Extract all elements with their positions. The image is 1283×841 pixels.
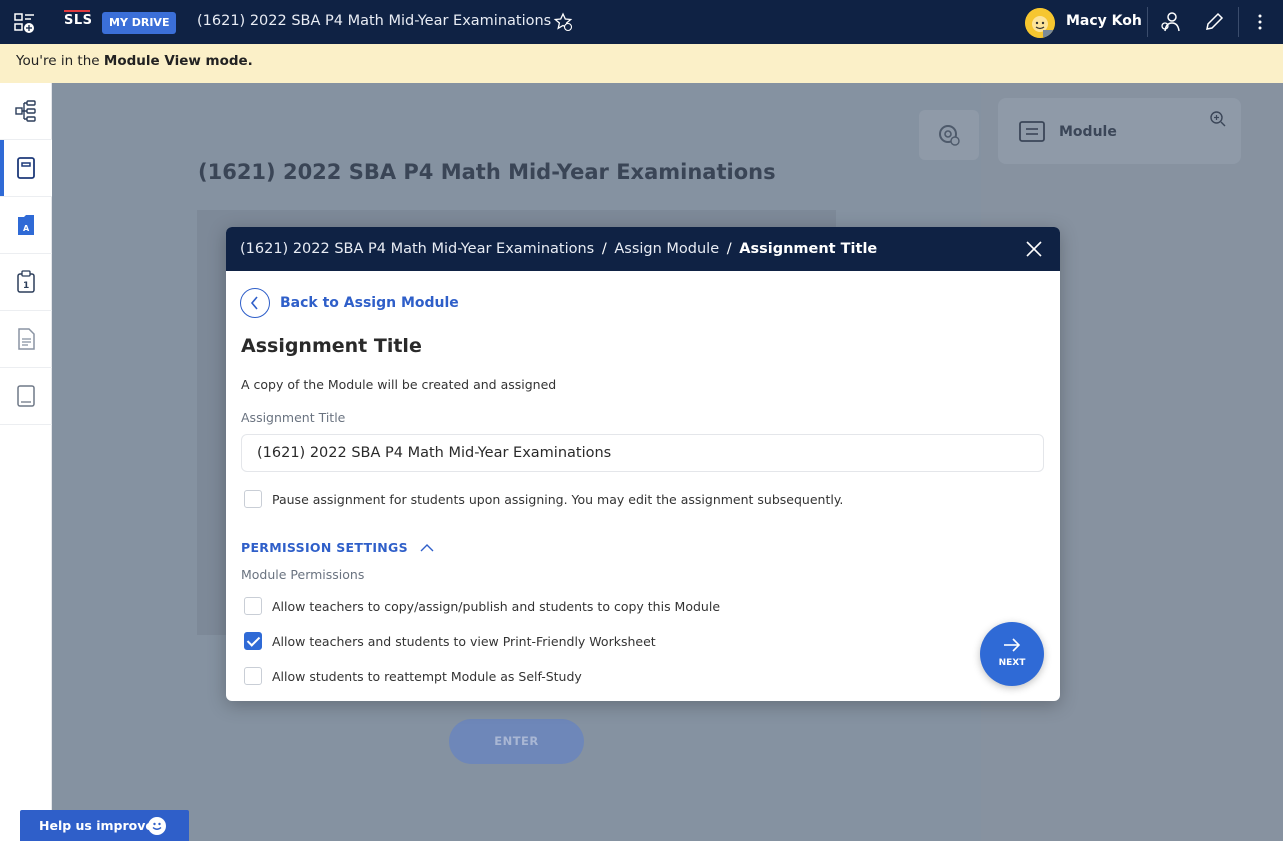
enter-button[interactable]: ENTER: [449, 719, 584, 764]
divider: [1238, 7, 1239, 37]
chevron-up-icon: [420, 544, 434, 552]
rail-item-structure[interactable]: [0, 83, 52, 140]
assign-dialog: (1621) 2022 SBA P4 Math Mid-Year Examina…: [226, 227, 1060, 701]
permission-checkbox[interactable]: [244, 632, 262, 650]
permission-option-reattempt[interactable]: Allow students to reattempt Module as Se…: [244, 667, 582, 685]
permission-label: Allow teachers and students to view Prin…: [272, 633, 656, 649]
notebook-icon: [17, 385, 35, 407]
breadcrumb-assign[interactable]: Assign Module: [614, 241, 719, 257]
smiley-icon: [148, 817, 166, 835]
module-card[interactable]: Module: [998, 98, 1241, 164]
breadcrumb-module[interactable]: (1621) 2022 SBA P4 Math Mid-Year Examina…: [240, 241, 594, 257]
settings-button[interactable]: [919, 110, 979, 160]
banner-prefix: You're in the: [16, 53, 104, 69]
sls-logo[interactable]: SLS: [64, 10, 93, 28]
document-icon: [18, 328, 35, 350]
breadcrumb-separator: /: [722, 241, 737, 257]
module-book-icon: [17, 157, 35, 179]
module-title: (1621) 2022 SBA P4 Math Mid-Year Examina…: [197, 13, 552, 29]
favorite-star-icon[interactable]: [553, 12, 573, 32]
rail-item-notebook[interactable]: [0, 368, 52, 425]
permission-checkbox[interactable]: [244, 597, 262, 615]
tree-structure-icon: [15, 100, 36, 122]
chevron-left-icon: [250, 296, 258, 310]
zoom-in-icon[interactable]: [1209, 110, 1227, 128]
permission-checkbox[interactable]: [244, 667, 262, 685]
permission-option-copy[interactable]: Allow teachers to copy/assign/publish an…: [244, 597, 720, 615]
svg-text:A: A: [23, 224, 30, 233]
more-menu-icon[interactable]: [1249, 11, 1271, 33]
back-circle: [240, 288, 270, 318]
bg-page-title: (1621) 2022 SBA P4 Math Mid-Year Examina…: [198, 160, 776, 184]
divider: [1147, 7, 1148, 37]
user-name[interactable]: Macy Koh: [1066, 13, 1142, 29]
arrow-right-icon: [1004, 638, 1021, 652]
rail-item-document[interactable]: [0, 311, 52, 368]
permission-label: Allow students to reattempt Module as Se…: [272, 668, 582, 684]
back-to-assign-link[interactable]: Back to Assign Module: [240, 288, 459, 318]
rail-item-answer[interactable]: A: [0, 197, 52, 254]
left-rail: A 1: [0, 83, 52, 841]
modules-menu-icon[interactable]: [14, 12, 36, 34]
group-users-icon[interactable]: [1160, 11, 1182, 33]
breadcrumb-current: Assignment Title: [739, 241, 878, 257]
mode-banner: You're in the Module View mode.: [0, 44, 1283, 83]
module-card-label: Module: [1059, 124, 1117, 140]
dialog-title: Assignment Title: [241, 335, 422, 357]
banner-mode: Module View mode.: [103, 53, 253, 69]
settings-gear-icon: [939, 125, 960, 146]
next-label: NEXT: [998, 658, 1026, 668]
pause-assignment-option[interactable]: Pause assignment for students upon assig…: [244, 490, 843, 508]
module-permissions-label: Module Permissions: [241, 567, 365, 582]
permission-label: Allow teachers to copy/assign/publish an…: [272, 598, 721, 614]
logo-bar: [64, 10, 90, 12]
edit-pencil-icon[interactable]: [1203, 11, 1225, 33]
user-avatar[interactable]: [1025, 8, 1055, 38]
my-drive-badge[interactable]: MY DRIVE: [102, 12, 177, 34]
close-icon[interactable]: [1024, 239, 1044, 259]
dialog-header: (1621) 2022 SBA P4 Math Mid-Year Examina…: [226, 227, 1060, 271]
assignment-title-label: Assignment Title: [241, 410, 346, 425]
pause-label: Pause assignment for students upon assig…: [272, 491, 844, 507]
clipboard-number-icon: 1: [17, 270, 35, 293]
svg-text:1: 1: [23, 281, 29, 291]
permission-settings-toggle[interactable]: PERMISSION SETTINGS: [241, 540, 434, 555]
rail-item-clipboard[interactable]: 1: [0, 254, 52, 311]
breadcrumb-separator: /: [597, 241, 612, 257]
help-improve-button[interactable]: Help us improve: [20, 810, 189, 841]
rail-item-module[interactable]: [0, 140, 52, 197]
answer-folder-icon: A: [18, 215, 34, 235]
dialog-description: A copy of the Module will be created and…: [241, 377, 557, 392]
permission-option-print[interactable]: Allow teachers and students to view Prin…: [244, 632, 656, 650]
permission-heading: PERMISSION SETTINGS: [241, 540, 408, 555]
module-icon: [1019, 121, 1045, 142]
logo-text: SLS: [64, 13, 93, 28]
assignment-title-input[interactable]: [241, 434, 1044, 472]
back-label: Back to Assign Module: [280, 295, 459, 311]
help-label: Help us improve: [39, 818, 154, 833]
avatar-face-icon: [1025, 8, 1055, 38]
pause-checkbox[interactable]: [244, 490, 262, 508]
next-button[interactable]: NEXT: [980, 622, 1044, 686]
top-bar: SLS MY DRIVE (1621) 2022 SBA P4 Math Mid…: [0, 0, 1283, 44]
